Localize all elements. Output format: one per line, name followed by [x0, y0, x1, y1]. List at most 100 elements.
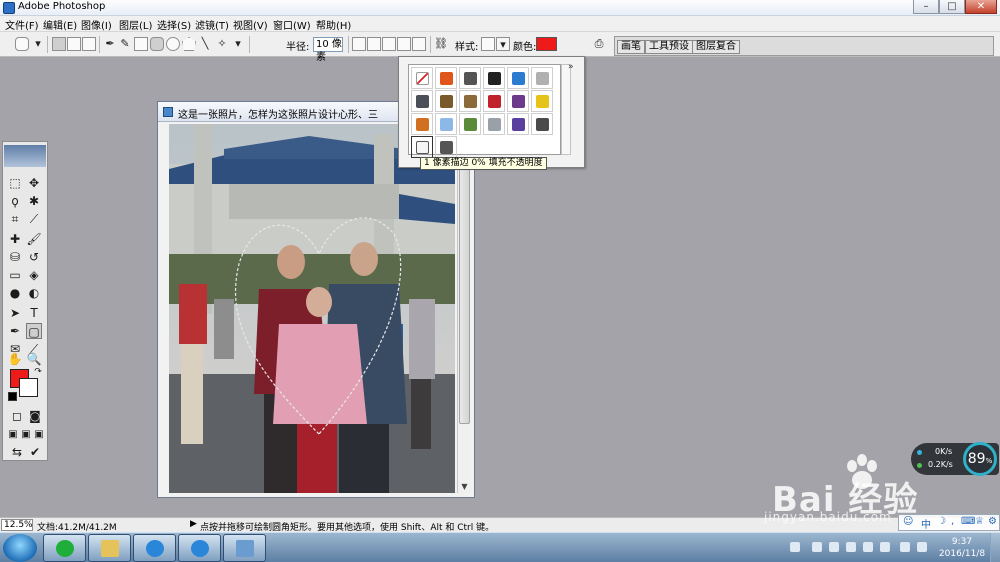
quick-mask-icon[interactable]: ◙: [27, 408, 43, 424]
style-swatch-dark-gray[interactable]: [459, 67, 481, 89]
style-swatch-button[interactable]: [481, 37, 495, 51]
slice-icon[interactable]: ⟋: [26, 211, 42, 227]
ime-language[interactable]: 中: [921, 516, 931, 531]
vertical-scrollbar[interactable]: ▲ ▼: [457, 124, 471, 493]
style-swatch-yellow[interactable]: [531, 90, 553, 112]
style-swatch-black-gloss[interactable]: [483, 67, 505, 89]
intersect-shape-areas-button[interactable]: [397, 37, 411, 51]
style-swatch-sky-blue[interactable]: [435, 113, 457, 135]
custom-shape-icon[interactable]: ✧: [215, 37, 229, 51]
palette-tab-brushes[interactable]: 画笔: [617, 40, 645, 54]
minimize-button[interactable]: –: [913, 0, 939, 14]
hand-icon[interactable]: ✋: [7, 351, 23, 367]
marquee-icon[interactable]: ⬚: [7, 175, 23, 191]
style-picker-scrollbar[interactable]: [561, 64, 571, 155]
magic-wand-icon[interactable]: ✱: [26, 193, 42, 209]
add-to-shape-area-button[interactable]: [367, 37, 381, 51]
crop-icon[interactable]: ⌗: [7, 211, 23, 227]
freeform-pen-icon[interactable]: ✎: [118, 37, 132, 51]
photo-canvas[interactable]: [169, 124, 455, 493]
show-desktop-button[interactable]: [990, 533, 1000, 562]
line-icon[interactable]: ╲: [198, 37, 212, 51]
menu-file[interactable]: 文件(F): [5, 17, 39, 32]
style-swatch-purple[interactable]: [507, 113, 529, 135]
style-swatch-bronze[interactable]: [435, 90, 457, 112]
clone-stamp-icon[interactable]: ⛁: [7, 249, 23, 265]
swap-colors-icon[interactable]: ↷: [30, 364, 46, 380]
maximize-button[interactable]: □: [939, 0, 965, 14]
palette-tab-layer-comps[interactable]: 图层复合: [692, 40, 740, 54]
healing-brush-icon[interactable]: ✚: [7, 231, 23, 247]
pen-tool-icon[interactable]: ✒: [7, 323, 23, 339]
pen-icon[interactable]: ✒: [103, 37, 117, 51]
style-swatch-blue-glass[interactable]: [507, 67, 529, 89]
ellipse-tool-button[interactable]: [166, 37, 180, 51]
create-new-shape-layer-button[interactable]: [352, 37, 366, 51]
style-swatch-gold-brown[interactable]: [459, 90, 481, 112]
menu-filter[interactable]: 滤镜(T): [195, 17, 229, 32]
palette-tab-tool-presets[interactable]: 工具预设: [645, 40, 693, 54]
imageready-icon[interactable]: ✔: [27, 444, 43, 460]
chevron-down-icon[interactable]: ▾: [31, 37, 45, 51]
radius-input[interactable]: 10 像素: [313, 37, 343, 63]
tray-shield-icon[interactable]: [863, 542, 873, 552]
tray-signal-icon[interactable]: [900, 542, 910, 552]
fill-pixels-mode-button[interactable]: [82, 37, 96, 51]
history-brush-icon[interactable]: ↺: [26, 249, 42, 265]
style-swatch-none[interactable]: [411, 67, 433, 89]
tray-bluetooth-icon[interactable]: [880, 542, 890, 552]
link-icon[interactable]: ⛓: [434, 37, 448, 51]
shape-color-swatch[interactable]: [536, 37, 557, 51]
scroll-thumb[interactable]: [459, 139, 470, 424]
style-swatch-multicolor[interactable]: [507, 90, 529, 112]
jump-to-imageready-icon[interactable]: ⇆: [9, 444, 25, 460]
style-swatch-slate[interactable]: [435, 136, 457, 158]
style-swatch-orange-gradient[interactable]: [411, 113, 433, 135]
paths-mode-button[interactable]: [67, 37, 81, 51]
style-swatch-steel[interactable]: [411, 90, 433, 112]
start-button[interactable]: [3, 534, 37, 562]
style-swatch-fire[interactable]: [435, 67, 457, 89]
standard-mode-icon[interactable]: ◻: [9, 408, 25, 424]
scroll-down-icon[interactable]: ▼: [458, 480, 471, 493]
taskbar-photoshop[interactable]: [223, 534, 266, 562]
screen-mode-3-icon[interactable]: ▣: [31, 427, 47, 443]
rounded-rectangle-tool-button[interactable]: [150, 37, 164, 51]
ime-toolbar[interactable]: ☺ 中 ☽ , ⌨ ♕ ⚙: [898, 514, 1000, 531]
style-swatch-charcoal[interactable]: [531, 113, 553, 135]
ime-moon-icon[interactable]: ☽: [937, 516, 946, 527]
menu-view[interactable]: 视图(V): [233, 17, 268, 32]
close-button[interactable]: ✕: [965, 0, 997, 14]
taskbar-explorer[interactable]: [88, 534, 131, 562]
rectangle-tool-button[interactable]: [134, 37, 148, 51]
path-selection-tool-icon[interactable]: ➤: [7, 305, 23, 321]
polygon-tool-button[interactable]: [182, 37, 196, 51]
menu-edit[interactable]: 编辑(E): [43, 17, 77, 32]
paint-bucket-icon[interactable]: ◈: [26, 267, 42, 283]
chevron-down-icon[interactable]: ▾: [231, 37, 245, 51]
taskbar-media-player[interactable]: [43, 534, 86, 562]
menu-image[interactable]: 图像(I): [81, 17, 112, 32]
exclude-overlapping-areas-button[interactable]: [412, 37, 426, 51]
menu-window[interactable]: 窗口(W): [273, 17, 311, 32]
lasso-icon[interactable]: ϙ: [7, 193, 23, 209]
tray-network-icon[interactable]: [812, 542, 822, 552]
zoom-level-field[interactable]: 12.5%: [1, 519, 33, 531]
style-swatch-chrome[interactable]: [483, 113, 505, 135]
double-chevron-right-icon[interactable]: »: [568, 62, 574, 72]
menu-layer[interactable]: 图层(L): [119, 17, 152, 32]
tray-monitor-icon[interactable]: [829, 542, 839, 552]
ime-punct-icon[interactable]: ,: [951, 516, 954, 527]
type-icon[interactable]: T: [26, 305, 42, 321]
subtract-from-shape-area-button[interactable]: [382, 37, 396, 51]
eraser-icon[interactable]: ▭: [7, 267, 23, 283]
menu-help[interactable]: 帮助(H): [316, 17, 351, 32]
ime-skin-icon[interactable]: ♕: [975, 516, 984, 527]
taskbar-ie[interactable]: [133, 534, 176, 562]
dodge-icon[interactable]: ◐: [26, 285, 42, 301]
shape-layers-mode-button[interactable]: [52, 37, 66, 51]
default-colors-icon[interactable]: [8, 392, 17, 401]
style-swatch-light-gray[interactable]: [531, 67, 553, 89]
menu-select[interactable]: 选择(S): [157, 17, 191, 32]
style-swatch-outline[interactable]: [411, 136, 433, 158]
